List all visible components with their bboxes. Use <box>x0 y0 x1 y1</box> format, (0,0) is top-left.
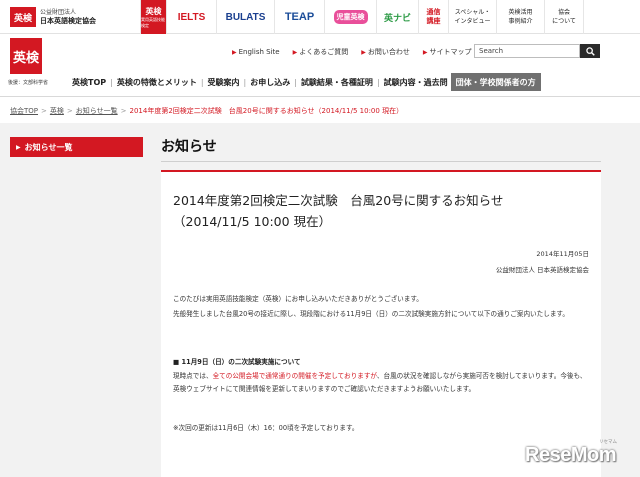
nav-item-label: 英検の特徴とメリット <box>116 77 197 87</box>
brand-jidou-eiken-link[interactable]: 児童英検 <box>324 0 376 34</box>
brand-case-study-line1: 英検活用 <box>508 9 533 16</box>
nav-item-label: 受験案内 <box>207 77 240 87</box>
arrow-right-icon: ▶ <box>422 48 428 56</box>
brand-jidou-eiken-label: 児童英検 <box>333 10 368 24</box>
logo-caption: 後援：文部科学省 <box>8 80 49 86</box>
org-name-line1: 公益財団法人 <box>40 9 77 16</box>
util-link-label: よくあるご質問 <box>299 48 349 56</box>
org-badge: 英検 <box>10 7 36 27</box>
brand-eiken-label: 英検 <box>145 6 162 16</box>
breadcrumb-current: 2014年度第2回検定二次試験 台風20号に関するお知らせ（2014/11/5 … <box>129 107 404 115</box>
nav-item-features[interactable]: 英検の特徴とメリット | <box>117 72 208 92</box>
brand-tsushin-link[interactable]: 通信 講座 <box>418 0 448 34</box>
org-name: 公益財団法人 日本英語検定協会 <box>40 8 96 26</box>
header-divider <box>0 96 640 97</box>
util-link-label: サイトマップ <box>429 48 472 56</box>
org-logo[interactable]: 英検 公益財団法人 日本英語検定協会 <box>10 6 96 28</box>
article-title: 2014年度第2回検定二次試験 台風20号に関するお知らせ （2014/11/5… <box>173 190 593 232</box>
breadcrumb: 協会TOP > 英検 > お知らせ一覧 > 2014年度第2回検定二次試験 台風… <box>10 106 403 116</box>
brand-tsushin-line1: 通信 <box>426 8 441 16</box>
nav-separator: | <box>243 77 247 87</box>
article-section-title: ■ 11月9日（日）の二次試験実施について <box>173 358 301 366</box>
article-paragraph-2: 先般発生しました台風20号の接近に際し、現段階における11月9日（日）の二次試験… <box>173 310 569 318</box>
article-date: 2014年11月05日 <box>536 250 589 258</box>
article-title-line1: 2014年度第2回検定二次試験 台風20号に関するお知らせ <box>173 193 504 208</box>
brand-eiken-sub: 実用英語技能検定 <box>141 16 165 28</box>
brand-case-study-link[interactable]: 英検活用 事例紹介 <box>496 0 544 34</box>
nav-separator: | <box>200 77 204 87</box>
brand-about-line1: 協会 <box>557 9 570 16</box>
main-nav: 英検TOP | 英検の特徴とメリット | 受験案内 | お申し込み | 試験結果・各種証… <box>72 72 541 92</box>
resemom-watermark: ReseMom <box>525 444 616 466</box>
article-card: 2014年度第2回検定二次試験 台風20号に関するお知らせ （2014/11/5… <box>161 170 601 477</box>
top-bar: 英検 公益財団法人 日本英語検定協会 英検 実用英語技能検定 IELTS BUL… <box>0 0 640 34</box>
article-paragraph-1: このたびは実用英語技能検定（英検）にお申し込みいただきありがとうございます。 <box>173 295 423 303</box>
breadcrumb-link-news[interactable]: お知らせ一覧 <box>76 106 118 116</box>
nav-item-label: 試験結果・各種証明 <box>300 77 373 87</box>
nav-separator: | <box>294 77 297 87</box>
brand-special-interview-link[interactable]: スペシャル・ インタビュー <box>448 0 496 34</box>
util-link-label: English Site <box>238 48 280 56</box>
arrow-right-icon: ▶ <box>292 48 298 56</box>
sidebar-news-list-button[interactable]: ▶ お知らせ一覧 <box>10 137 143 157</box>
brand-special-line2: インタビュー <box>454 18 491 25</box>
brand-case-study-line2: 事例紹介 <box>508 18 533 25</box>
nav-item-eiken-top[interactable]: 英検TOP | <box>72 72 117 92</box>
util-link-label: お問い合わせ <box>367 48 410 56</box>
util-link-contact[interactable]: ▶ お問い合わせ <box>361 47 410 57</box>
title-divider <box>161 161 601 162</box>
article-title-line2: （2014/11/5 10:00 現在） <box>173 214 332 229</box>
breadcrumb-separator: > <box>41 107 47 115</box>
util-link-faq[interactable]: ▶ よくあるご質問 <box>293 47 349 57</box>
article-update-note: ※次回の更新は11月6日（木）16：00頃を予定しております。 <box>173 424 359 432</box>
eiken-logo[interactable]: 英検 <box>10 38 42 74</box>
search-button[interactable] <box>580 44 600 58</box>
brand-teap-link[interactable]: TEAP <box>274 0 324 34</box>
article-author: 公益財団法人 日本英語検定協会 <box>495 266 589 274</box>
nav-item-results[interactable]: 試験結果・各種証明 | <box>301 72 384 92</box>
nav-separator: | <box>110 77 113 87</box>
brand-special-line1: スペシャル・ <box>454 9 491 16</box>
paragraph-3-prefix: 現時点では、 <box>173 372 213 380</box>
nav-item-label: 試験内容・過去問 <box>383 77 448 87</box>
search-input[interactable] <box>474 44 580 58</box>
brand-ielts-link[interactable]: IELTS <box>166 0 216 34</box>
brand-about-link[interactable]: 協会 について <box>544 0 584 34</box>
nav-item-exam-guide[interactable]: 受験案内 | <box>208 72 251 92</box>
paragraph-3-highlight: 全ての公開会場で通常通りの開催を予定しておりますが <box>212 372 377 380</box>
article-paragraph-3: 現時点では、全ての公開会場で通常通りの開催を予定しておりますが、台風の状況を確認… <box>173 370 593 396</box>
nav-item-organizations[interactable]: 団体・学校関係者の方 <box>450 73 541 91</box>
brand-eiken-link[interactable]: 英検 実用英語技能検定 <box>140 0 166 34</box>
sidebar-button-label: お知らせ一覧 <box>24 142 73 152</box>
nav-separator: | <box>376 77 380 87</box>
nav-item-label: 英検TOP <box>72 77 107 87</box>
nav-item-label: お申し込み <box>250 77 291 87</box>
arrow-right-icon: ▶ <box>16 143 21 151</box>
utility-links: ▶ English Site ▶ よくあるご質問 ▶ お問い合わせ ▶ サイトマ… <box>232 46 484 58</box>
nav-item-apply[interactable]: お申し込み | <box>250 72 301 92</box>
util-link-english-site[interactable]: ▶ English Site <box>232 48 280 56</box>
org-name-line2: 日本英語検定協会 <box>40 17 96 25</box>
brand-about-line2: について <box>552 18 576 25</box>
page-title: お知らせ <box>161 139 217 155</box>
breadcrumb-link-top[interactable]: 協会TOP <box>10 106 38 116</box>
breadcrumb-link-eiken[interactable]: 英検 <box>50 106 64 116</box>
breadcrumb-separator: > <box>120 107 127 115</box>
nav-item-past-exams[interactable]: 試験内容・過去問 <box>384 72 448 92</box>
brand-tsushin-line2: 講座 <box>426 17 441 25</box>
brand-links: 英検 実用英語技能検定 IELTS BULATS TEAP 児童英検 英ナビ 通… <box>140 0 584 34</box>
brand-eigo-navi-link[interactable]: 英ナビ <box>376 0 418 34</box>
breadcrumb-separator: > <box>66 107 73 115</box>
arrow-right-icon: ▶ <box>361 48 366 56</box>
brand-bulats-link[interactable]: BULATS <box>216 0 274 34</box>
util-link-sitemap[interactable]: ▶ サイトマップ <box>423 47 472 57</box>
search-icon <box>585 46 595 56</box>
arrow-right-icon: ▶ <box>232 48 237 56</box>
